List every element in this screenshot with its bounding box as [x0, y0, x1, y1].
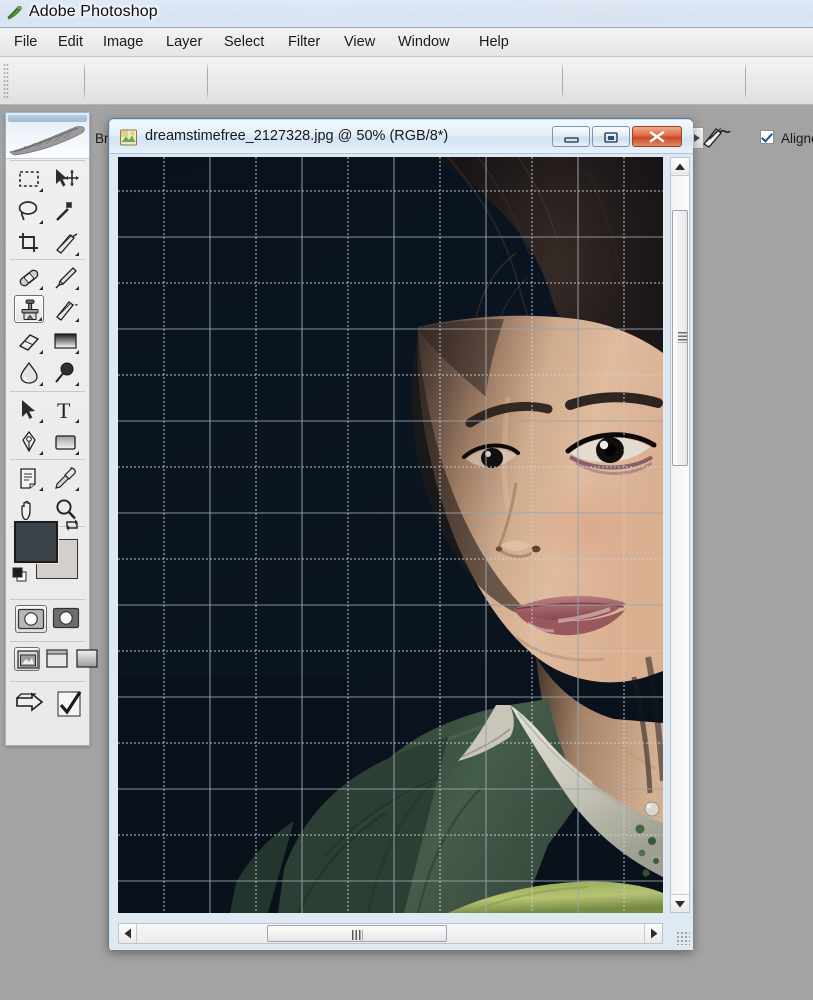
menu-layer[interactable]: Layer [160, 32, 208, 53]
options-bar-grip[interactable] [3, 63, 9, 99]
aligned-checkbox[interactable] [760, 130, 774, 144]
document-body [110, 154, 693, 950]
tool-flyout-corner [75, 419, 79, 423]
tool-dodge[interactable] [50, 359, 80, 387]
photoshop-feather-logo [9, 126, 85, 156]
standard-screen-mode-button[interactable] [14, 647, 40, 671]
tool-options-bar: Brush: 34 Mode: Normal Opacity: 100% Flo… [0, 57, 813, 149]
tool-flyout-corner [75, 382, 79, 386]
vertical-scrollbar[interactable] [670, 157, 690, 913]
minimize-button[interactable] [552, 126, 590, 147]
tool-healing-brush[interactable] [14, 263, 44, 291]
tool-hand[interactable] [14, 496, 44, 524]
toolbox-drag-grip[interactable] [8, 115, 87, 122]
tool-flyout-corner [39, 220, 43, 224]
jump-to-imageready-icon[interactable] [14, 689, 52, 719]
quick-mask-check-icon[interactable] [55, 689, 85, 719]
aligned-label: Aligne [781, 131, 813, 146]
scroll-right-arrow-icon[interactable] [644, 924, 662, 943]
tool-rectangular-marquee[interactable] [14, 165, 44, 193]
photoshop-application-window: Adobe Photoshop File Edit Image Layer Se… [0, 0, 813, 1000]
image-document-icon [119, 128, 138, 147]
tool-flyout-corner [75, 451, 79, 455]
tool-flyout-corner [75, 350, 79, 354]
menu-file[interactable]: File [8, 32, 43, 53]
tool-pen[interactable] [14, 428, 44, 456]
image-canvas[interactable] [118, 157, 663, 913]
tool-flyout-corner [39, 350, 43, 354]
scroll-down-arrow-icon[interactable] [671, 894, 689, 912]
toolbox-panel: T [5, 112, 98, 746]
menu-window[interactable]: Window [392, 32, 456, 53]
tool-flyout-corner [75, 318, 79, 322]
tool-clone-stamp[interactable] [14, 295, 44, 323]
tool-flyout-corner [75, 487, 79, 491]
tool-path-selection[interactable] [14, 396, 44, 424]
tool-slice[interactable] [50, 229, 80, 257]
menu-edit[interactable]: Edit [52, 32, 89, 53]
horizontal-scrollbar[interactable] [118, 923, 663, 944]
tool-rectangle-shape[interactable] [50, 428, 80, 456]
standard-mask-mode-button[interactable] [15, 605, 47, 633]
tool-lasso[interactable] [14, 197, 44, 225]
color-swatches [12, 519, 80, 583]
tool-crop[interactable] [14, 229, 44, 257]
quick-mask-mode-button[interactable] [51, 605, 83, 633]
svg-text:T: T [57, 398, 71, 422]
application-titlebar[interactable]: Adobe Photoshop [0, 0, 813, 28]
document-title: dreamstimefree_2127328.jpg @ 50% (RGB/8*… [145, 128, 449, 144]
document-window: dreamstimefree_2127328.jpg @ 50% (RGB/8*… [108, 118, 693, 950]
toolbox-header[interactable] [6, 113, 89, 159]
tool-flyout-corner [39, 286, 43, 290]
full-screen-with-menubar-mode-button[interactable] [44, 647, 70, 671]
tool-notes[interactable] [14, 464, 44, 492]
window-resize-grip[interactable] [676, 931, 690, 945]
default-colors-icon[interactable] [12, 567, 28, 583]
menu-view[interactable]: View [338, 32, 381, 53]
tool-eyedropper[interactable] [50, 464, 80, 492]
scroll-up-arrow-icon[interactable] [671, 158, 689, 176]
menubar: File Edit Image Layer Select Filter View… [0, 28, 813, 57]
vertical-scrollbar-thumb[interactable] [672, 210, 688, 466]
document-titlebar[interactable]: dreamstimefree_2127328.jpg @ 50% (RGB/8*… [110, 120, 693, 154]
tool-type[interactable]: T [50, 396, 80, 424]
application-title: Adobe Photoshop [29, 3, 158, 20]
full-screen-mode-button[interactable] [74, 647, 100, 671]
airbrush-icon[interactable] [700, 123, 732, 156]
tool-flyout-corner [39, 487, 43, 491]
scrollbar-grip-icon [678, 332, 687, 343]
tool-flyout-corner [39, 451, 43, 455]
tool-eraser[interactable] [14, 327, 44, 355]
tool-flyout-corner [39, 382, 43, 386]
close-button[interactable] [632, 126, 682, 147]
scrollbar-grip-icon [352, 930, 363, 940]
tool-move[interactable] [50, 165, 80, 193]
document-image [118, 157, 663, 913]
tool-flyout-corner [39, 419, 43, 423]
menu-image[interactable]: Image [97, 32, 149, 53]
restore-button[interactable] [592, 126, 630, 147]
tool-flyout-corner [39, 188, 43, 192]
tool-gradient[interactable] [50, 327, 80, 355]
menu-select[interactable]: Select [218, 32, 270, 53]
tool-blur[interactable] [14, 359, 44, 387]
photoshop-feather-icon [6, 4, 24, 22]
menu-filter[interactable]: Filter [282, 32, 326, 53]
scroll-left-arrow-icon[interactable] [119, 924, 137, 943]
swap-colors-icon[interactable] [64, 517, 80, 533]
tool-flyout-corner [75, 286, 79, 290]
menu-help[interactable]: Help [473, 32, 515, 53]
tool-brush[interactable] [50, 263, 80, 291]
horizontal-scrollbar-thumb[interactable] [267, 925, 447, 942]
tool-history-brush[interactable] [50, 295, 80, 323]
tool-flyout-corner [75, 252, 79, 256]
tool-magic-wand[interactable] [50, 197, 80, 225]
foreground-color-swatch[interactable] [14, 521, 58, 563]
tool-flyout-corner [38, 317, 42, 321]
